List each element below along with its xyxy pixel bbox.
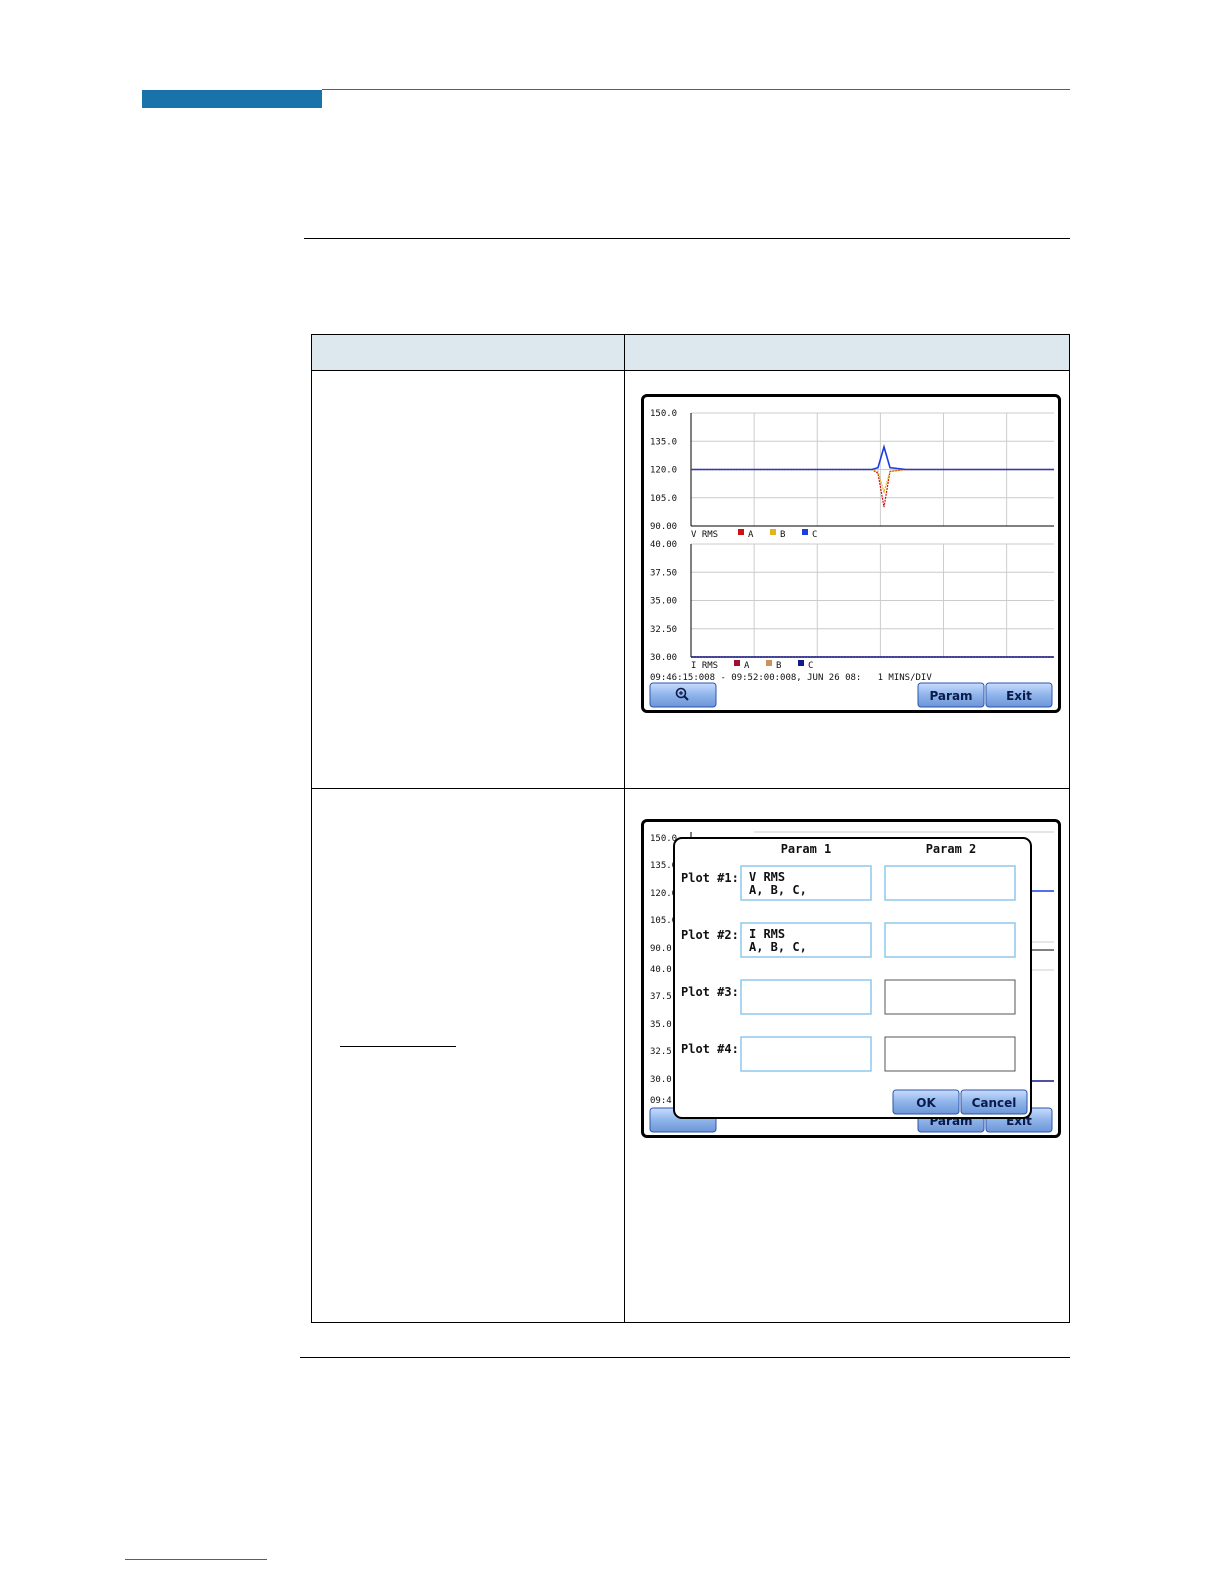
header-accent-bar [142,90,322,108]
current-y-tick-label: 32.50 [650,625,677,635]
voltage-y-tick-label: 120.0 [650,466,677,476]
plot1-label: Plot #1: [681,871,739,885]
ok-button[interactable]: OK [892,1089,960,1115]
legend-i-a: A [744,661,750,671]
voltage-y-tick-label: 150.0 [650,409,677,419]
ok-button-label: OK [916,1096,936,1110]
legend-i-c: C [808,661,813,671]
plot1-param1-line2: A, B, C, [749,883,807,897]
plot4-param2-field[interactable] [884,1036,1016,1072]
bg-tick-11: 09:4 [650,1096,672,1106]
time-range-status: 09:46:15:008 - 09:52:00:008, JUN 26 08: … [650,673,932,683]
current-y-tick-label: 35.00 [650,597,677,607]
plot2-param1-line2: A, B, C, [749,940,807,954]
legend-a: A [748,530,754,540]
bg-tick-9: 32.5 [650,1047,672,1057]
plot2-label: Plot #2: [681,928,739,942]
voltage-y-tick-label: 90.00 [650,522,677,532]
bg-tick-7: 37.5 [650,992,672,1002]
param-dialog: Param 1 Param 2 Plot #1: V RMS A, B, C, … [673,837,1032,1119]
current-plot-ticks: 40.00 37.50 35.00 32.50 30.00 [650,540,1054,663]
header-rule [322,89,1070,90]
zoom-button[interactable] [649,682,717,708]
plot3-param2-field[interactable] [884,979,1016,1015]
voltage-series-a [691,468,1054,508]
table-header-cell-left [311,334,625,371]
bg-tick-10: 30.0 [650,1075,672,1085]
footer-link-underline [125,1559,267,1560]
param2-header: Param 2 [926,842,977,856]
legend-swatch-b [770,529,776,535]
param-screen-canvas: 150.0 135.0 120.0 105.0 90.0 40.0 37.5 3… [649,831,1054,1133]
exit-button-label: Exit [1006,689,1032,703]
plot3-param1-field[interactable] [740,979,872,1015]
exit-button[interactable]: Exit [985,682,1053,708]
voltage-legend: V RMS A B C [691,529,817,540]
plot1-param1-field[interactable]: V RMS A, B, C, [740,865,872,901]
cancel-button[interactable]: Cancel [960,1089,1028,1115]
bg-tick-8: 35.0 [650,1020,672,1030]
plot1-param1-line1: V RMS [749,870,785,884]
voltage-series-c [691,444,1054,471]
legend-swatch-c [802,529,808,535]
param-button-label: Param [929,689,972,703]
param-button[interactable]: Param [917,682,985,708]
plot2-param2-field[interactable] [884,922,1016,958]
plot4-param1-field[interactable] [740,1036,872,1072]
table-cell-step-1 [311,370,625,789]
current-y-tick-label: 37.50 [650,568,677,578]
param-dialog-screen: 150.0 135.0 120.0 105.0 90.0 40.0 37.5 3… [641,819,1061,1138]
bg-tick-1: 150.0 [650,834,677,844]
current-y-tick-label: 40.00 [650,540,677,550]
current-legend-label: I RMS [691,661,718,671]
text-underline-mark [340,1046,456,1047]
bg-tick-5: 90.0 [650,944,672,954]
legend-b: B [780,530,785,540]
voltage-y-tick-label: 105.0 [650,494,677,504]
legend-swatch-i-a [734,660,740,666]
table-header-cell-right [624,334,1070,371]
current-legend: I RMS A B C [691,660,813,671]
plot4-label: Plot #4: [681,1042,739,1056]
table-cell-step-2 [311,788,625,1323]
legend-swatch-i-b [766,660,772,666]
param1-header: Param 1 [781,842,832,856]
plot2-param1-field[interactable]: I RMS A, B, C, [740,922,872,958]
plot3-label: Plot #3: [681,985,739,999]
legend-swatch-i-c [798,660,804,666]
voltage-series-b [691,468,1054,495]
section-rule-bottom [300,1357,1070,1358]
section-rule-top [304,238,1070,239]
voltage-y-tick-label: 135.0 [650,437,677,447]
legend-swatch-a [738,529,744,535]
trend-screen-canvas: 150.0 135.0 120.0 105.0 90.00 V RMS A B C 40… [649,409,1054,708]
voltage-legend-label: V RMS [691,530,718,540]
current-plot-grid [691,543,1054,658]
trend-screen: 150.0 135.0 120.0 105.0 90.00 V RMS A B C 40… [641,394,1061,713]
plot2-param1-line1: I RMS [749,927,785,941]
legend-c: C [812,530,817,540]
bg-tick-6: 40.0 [650,965,672,975]
plot1-param2-field[interactable] [884,865,1016,901]
cancel-button-label: Cancel [972,1096,1017,1110]
voltage-plot-ticks: 150.0 135.0 120.0 105.0 90.00 [650,409,1054,532]
current-y-tick-label: 30.00 [650,653,677,663]
legend-i-b: B [776,661,781,671]
